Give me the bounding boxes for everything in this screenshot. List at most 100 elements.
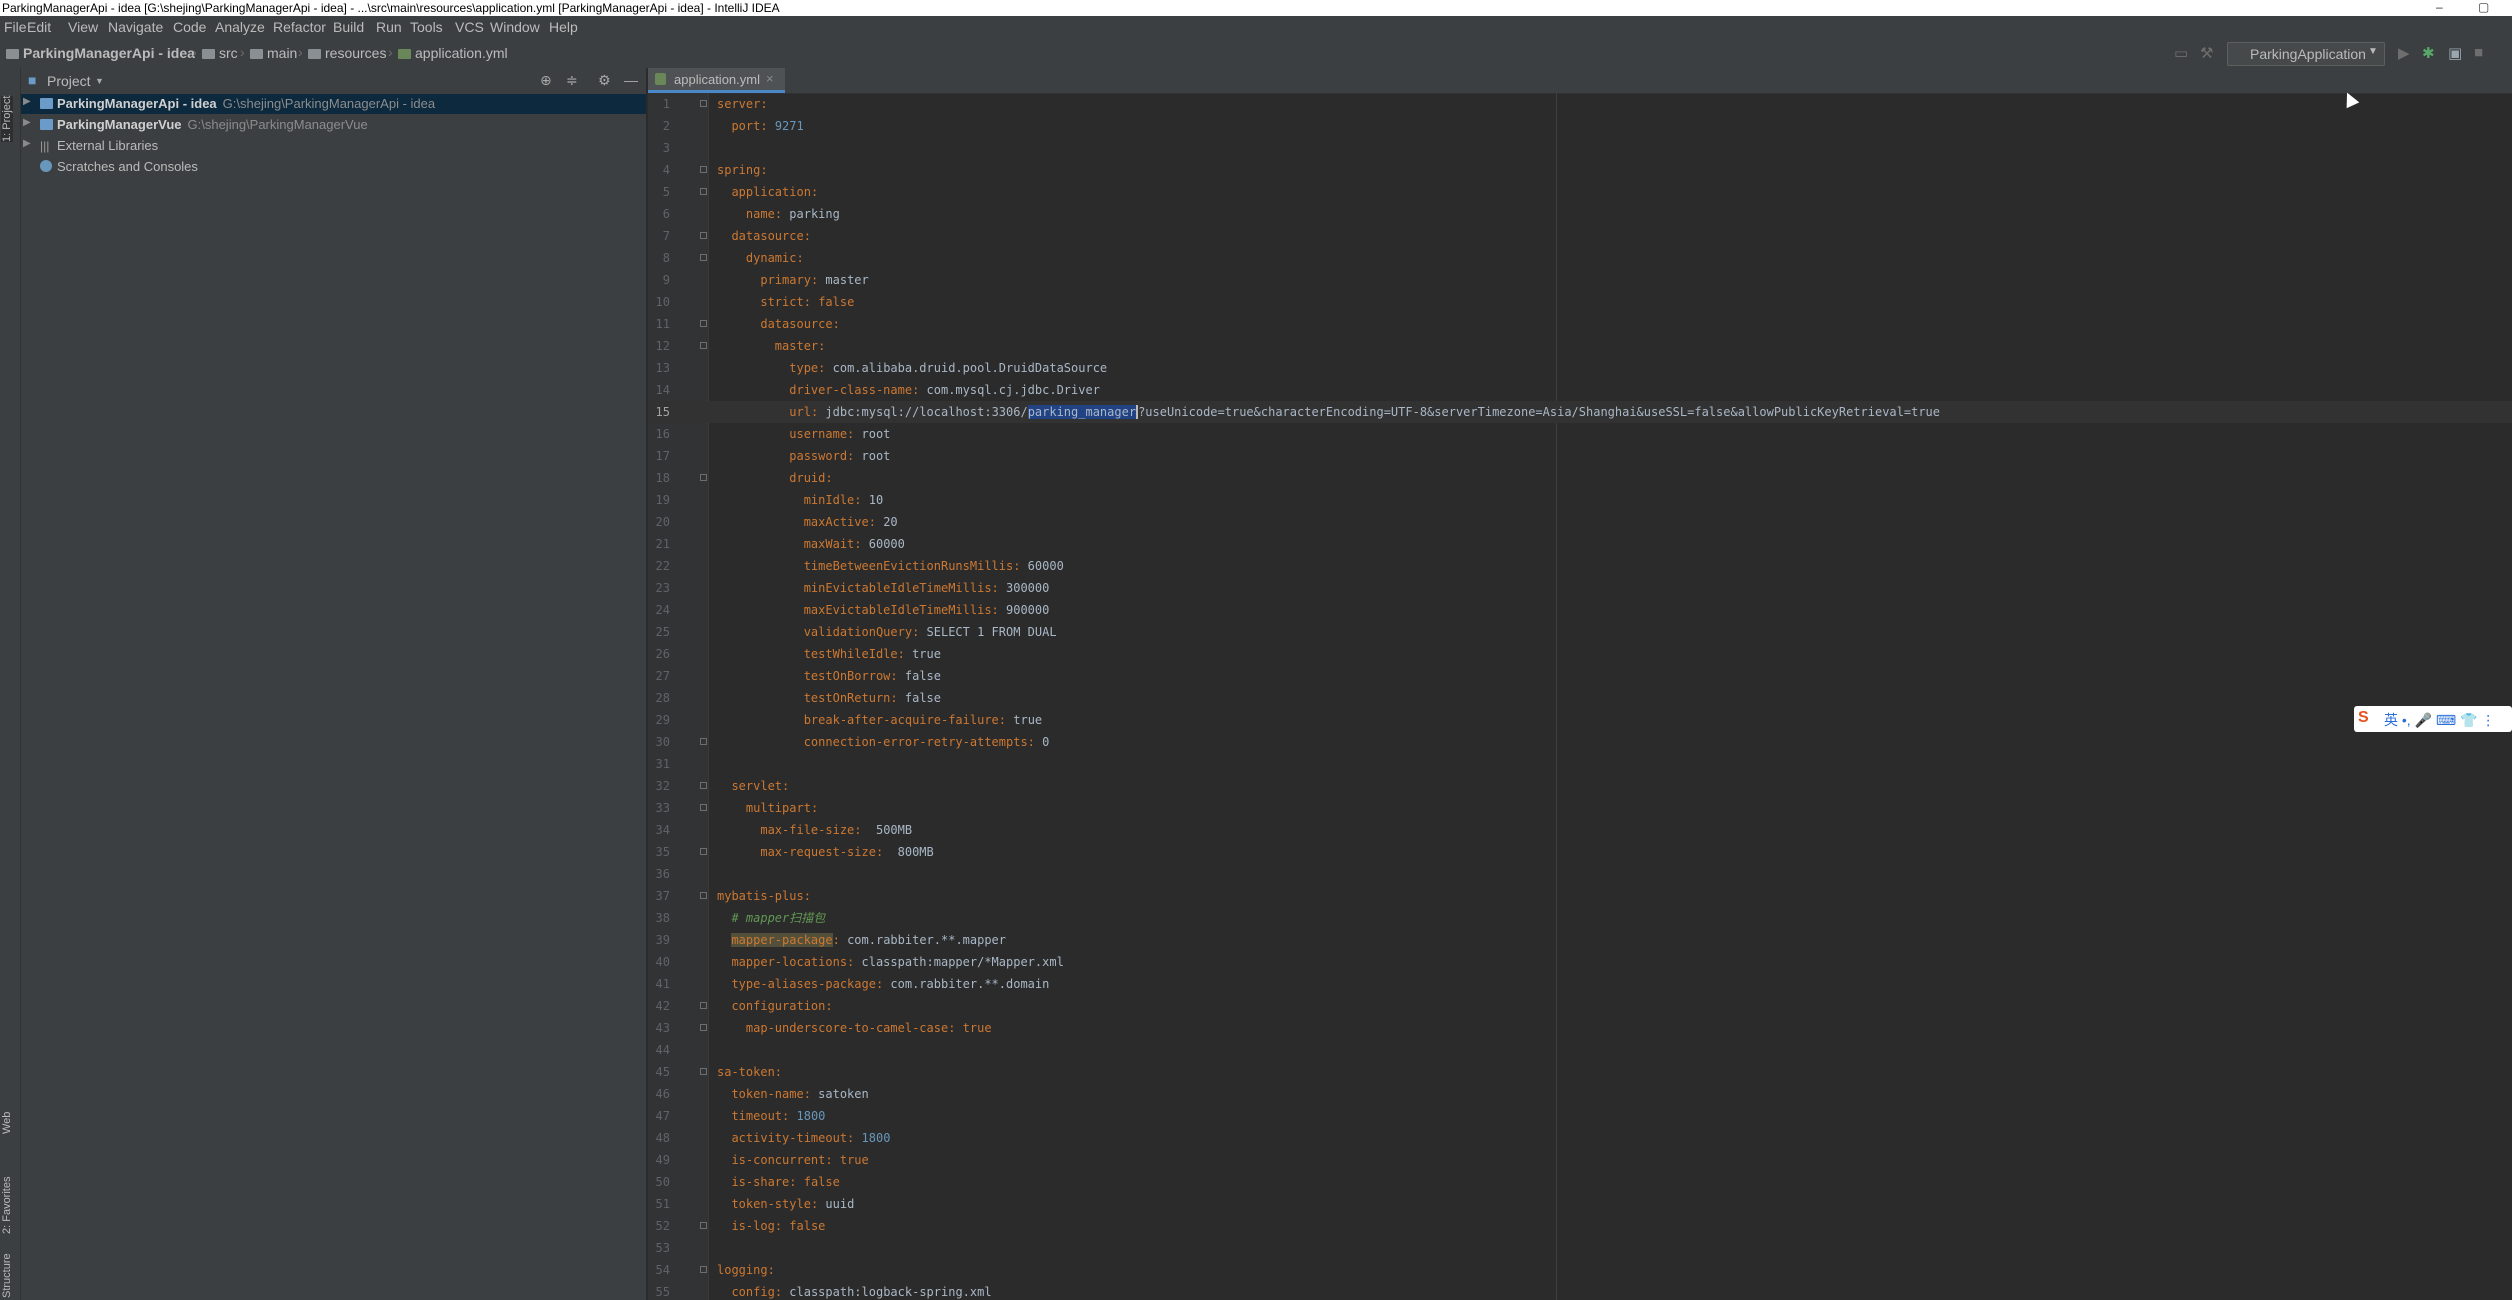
fold-icon[interactable] (700, 342, 707, 349)
code-line[interactable]: 45 sa-token: (648, 1061, 2512, 1083)
menu-tools[interactable]: Tools (410, 19, 443, 35)
code-line[interactable]: 6 name: parking (648, 203, 2512, 225)
menu-refactor[interactable]: Refactor (273, 19, 326, 35)
menu-view[interactable]: View (68, 19, 98, 35)
code-line[interactable]: 33 multipart: (648, 797, 2512, 819)
code-line[interactable]: 40 mapper-locations: classpath:mapper/*M… (648, 951, 2512, 973)
code-line[interactable]: 44 (648, 1039, 2512, 1061)
maximize-icon[interactable]: ▢ (2478, 0, 2489, 14)
expand-arrow-icon[interactable]: ▶ (23, 96, 31, 107)
coverage-icon[interactable]: ▣ (2448, 44, 2462, 62)
code-line[interactable]: 13 type: com.alibaba.druid.pool.DruidDat… (648, 357, 2512, 379)
run-icon[interactable]: ▶ (2398, 44, 2410, 62)
ime-controls[interactable]: 英 •, 🎤 ⌨ 👕 ⋮ (2384, 710, 2495, 730)
code-line[interactable]: 2 port: 9271 (648, 115, 2512, 137)
run-configuration-select[interactable]: ParkingApplication ▼ (2227, 42, 2385, 66)
code-line[interactable]: 36 (648, 863, 2512, 885)
fold-icon[interactable] (700, 782, 707, 789)
code-line[interactable]: 9 primary: master (648, 269, 2512, 291)
code-line[interactable]: 26 testWhileIdle: true (648, 643, 2512, 665)
code-line[interactable]: 52 is-log: false (648, 1215, 2512, 1237)
chevron-down-icon[interactable]: ▼ (95, 76, 104, 86)
breadcrumb-project[interactable]: ParkingManagerApi - idea (6, 45, 195, 61)
menu-navigate[interactable]: Navigate (108, 19, 163, 35)
breadcrumb-src[interactable]: src (202, 45, 238, 61)
fold-icon[interactable] (700, 1002, 707, 1009)
fold-icon[interactable] (700, 804, 707, 811)
fold-icon[interactable] (700, 1266, 707, 1273)
code-line[interactable]: 7 datasource: (648, 225, 2512, 247)
code-line[interactable]: 28 testOnReturn: false (648, 687, 2512, 709)
tab-favorites[interactable]: 2: Favorites (1, 1177, 13, 1234)
tree-item-parkingmanagerapi[interactable]: ▶ ParkingManagerApi - idea G:\shejing\Par… (21, 94, 646, 114)
menu-build[interactable]: Build (333, 19, 364, 35)
code-line[interactable]: 51 token-style: uuid (648, 1193, 2512, 1215)
menu-window[interactable]: Window (490, 19, 540, 35)
tree-item-scratches[interactable]: Scratches and Consoles (21, 157, 646, 177)
fold-icon[interactable] (700, 1024, 707, 1031)
gear-icon[interactable]: ⚙ (598, 72, 611, 89)
menu-analyze[interactable]: Analyze (215, 19, 265, 35)
code-line[interactable]: 10 strict: false (648, 291, 2512, 313)
code-line[interactable]: 22 timeBetweenEvictionRunsMillis: 60000 (648, 555, 2512, 577)
tab-structure[interactable]: Structure (1, 1253, 13, 1298)
code-line[interactable]: 15 url: jdbc:mysql://localhost:3306/park… (648, 401, 2512, 423)
stop-icon[interactable]: ■ (2474, 44, 2483, 61)
menu-file[interactable]: File (4, 19, 27, 35)
code-area[interactable]: 1 server: 2 port: 9271 3 4 spring: 5 applicati… (648, 93, 2512, 1300)
fold-icon[interactable] (700, 474, 707, 481)
expand-arrow-icon[interactable]: ▶ (23, 117, 31, 128)
fold-icon[interactable] (700, 188, 707, 195)
tab-application-yml[interactable]: application.yml × (648, 68, 785, 93)
breadcrumb-resources[interactable]: resources (308, 45, 386, 61)
fold-icon[interactable] (700, 100, 707, 107)
code-line[interactable]: 18 druid: (648, 467, 2512, 489)
code-line[interactable]: 47 timeout: 1800 (648, 1105, 2512, 1127)
code-line[interactable]: 12 master: (648, 335, 2512, 357)
menu-edit[interactable]: Edit (27, 19, 51, 35)
menu-run[interactable]: Run (376, 19, 402, 35)
code-line[interactable]: 20 maxActive: 20 (648, 511, 2512, 533)
code-line[interactable]: 16 username: root (648, 423, 2512, 445)
code-line[interactable]: 5 application: (648, 181, 2512, 203)
tab-web[interactable]: Web (1, 1112, 13, 1134)
code-line[interactable]: 41 type-aliases-package: com.rabbiter.**… (648, 973, 2512, 995)
breadcrumb-main[interactable]: main (250, 45, 297, 61)
code-line[interactable]: 24 maxEvictableIdleTimeMillis: 900000 (648, 599, 2512, 621)
fold-icon[interactable] (700, 166, 707, 173)
menu-code[interactable]: Code (173, 19, 206, 35)
project-view-select[interactable]: Project (47, 73, 91, 89)
code-line[interactable]: 55 config: classpath:logback-spring.xml (648, 1281, 2512, 1300)
code-line[interactable]: 34 max-file-size: 500MB (648, 819, 2512, 841)
code-line[interactable]: 50 is-share: false (648, 1171, 2512, 1193)
code-line[interactable]: 19 minIdle: 10 (648, 489, 2512, 511)
code-line[interactable]: 23 minEvictableIdleTimeMillis: 300000 (648, 577, 2512, 599)
tab-project[interactable]: 1: Project (1, 95, 13, 142)
tree-item-external-libraries[interactable]: ▶ ||| External Libraries (21, 136, 646, 156)
hide-icon[interactable]: — (624, 72, 638, 88)
code-line[interactable]: 32 servlet: (648, 775, 2512, 797)
build-hammer-icon[interactable]: ⚒ (2200, 44, 2213, 62)
close-icon[interactable]: × (766, 71, 774, 86)
ime-toolbar[interactable]: S 英 •, 🎤 ⌨ 👕 ⋮ (2354, 706, 2512, 732)
menu-help[interactable]: Help (549, 19, 578, 35)
fold-icon[interactable] (700, 848, 707, 855)
code-line[interactable]: 17 password: root (648, 445, 2512, 467)
menu-vcs[interactable]: VCS (455, 19, 484, 35)
code-line[interactable]: 42 configuration: (648, 995, 2512, 1017)
layout-icon[interactable]: ▭ (2174, 44, 2188, 62)
code-line[interactable]: 30 connection-error-retry-attempts: 0 (648, 731, 2512, 753)
code-line[interactable]: 4 spring: (648, 159, 2512, 181)
code-line[interactable]: 27 testOnBorrow: false (648, 665, 2512, 687)
code-editor[interactable]: application.yml × 1 server: 2 port: 9271 3 4… (648, 68, 2512, 1300)
code-line[interactable]: 1 server: (648, 93, 2512, 115)
code-line[interactable]: 54 logging: (648, 1259, 2512, 1281)
fold-icon[interactable] (700, 1222, 707, 1229)
locate-icon[interactable]: ⊕ (540, 72, 552, 89)
fold-icon[interactable] (700, 320, 707, 327)
minimize-icon[interactable]: – (2436, 0, 2443, 14)
code-line[interactable]: 48 activity-timeout: 1800 (648, 1127, 2512, 1149)
code-line[interactable]: 38 # mapper扫描包 (648, 907, 2512, 929)
code-line[interactable]: 29 break-after-acquire-failure: true (648, 709, 2512, 731)
code-line[interactable]: 43 map-underscore-to-camel-case: true (648, 1017, 2512, 1039)
